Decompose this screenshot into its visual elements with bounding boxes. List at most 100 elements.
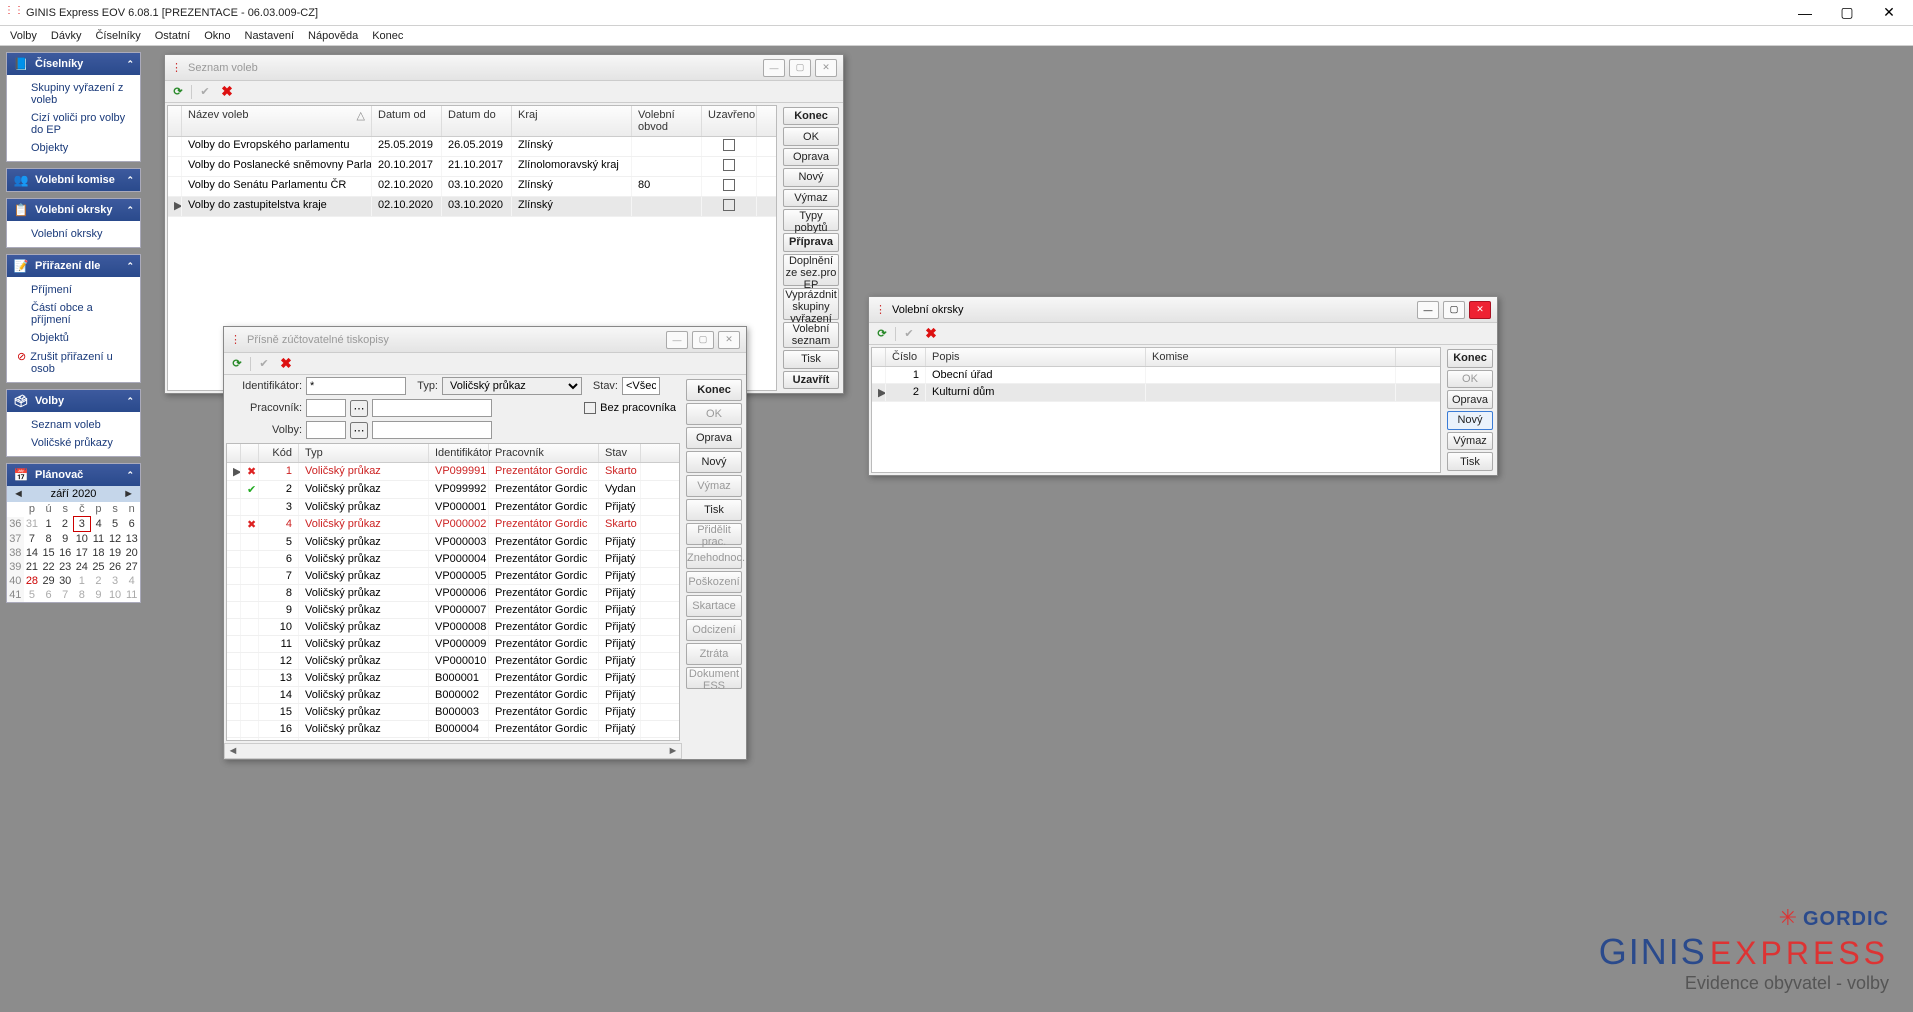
button-nov-[interactable]: Nový [783,168,839,186]
mdi-close[interactable]: ✕ [815,59,837,77]
panel-header-prirazeni[interactable]: 📝 Přiřazení dle ⌃ [7,255,140,277]
panel-header-ciselniky[interactable]: 📘 Číselníky ⌃ [7,53,140,75]
cal-day[interactable]: 17 [74,546,91,560]
button-skartace[interactable]: Skartace [686,595,742,617]
menu-nastaveni[interactable]: Nastavení [239,28,301,44]
input-volby-name[interactable] [372,421,492,439]
button-ok[interactable]: OK [686,403,742,425]
lookup-volby[interactable]: ⋯ [350,422,368,439]
menu-volby[interactable]: Volby [4,28,43,44]
cal-day[interactable]: 28 [24,574,41,588]
link-skupiny-vyrazeni[interactable]: Skupiny vyřazení z voleb [7,79,140,109]
input-stav[interactable] [622,377,660,395]
window-title-okrsky[interactable]: ⋮ Volební okrsky — ▢ ✕ [869,297,1497,323]
cal-day[interactable]: 25 [90,560,107,574]
input-pracovnik-name[interactable] [372,399,492,417]
cal-next[interactable]: ► [117,488,140,500]
cal-day[interactable]: 22 [40,560,57,574]
button-konec[interactable]: Konec [783,107,839,125]
button-konec[interactable]: Konec [1447,349,1493,368]
toolbar-delete-icon[interactable]: ✖ [218,83,236,101]
button-nov-[interactable]: Nový [1447,411,1493,430]
button-vypr-zdnit-skupiny-vy-azen-[interactable]: Vyprázdnitskupiny vyřazení [783,288,839,320]
menu-okno[interactable]: Okno [198,28,236,44]
cal-day[interactable]: 11 [123,588,140,602]
scroll-left-icon[interactable]: ◄ [225,745,241,757]
input-identifikator[interactable] [306,377,406,395]
table-row[interactable]: 3 Voličský průkaz VP000001 Prezentátor G… [227,499,679,516]
link-zrusit-prirazeni[interactable]: Zrušit přiřazení u osob [7,347,140,378]
window-title-seznam-voleb[interactable]: ⋮ Seznam voleb — ▢ ✕ [165,55,843,81]
table-row[interactable]: 17 Voličský průkaz B000005 Prezentátor G… [227,738,679,741]
table-row[interactable]: Volby do Poslanecké sněmovny Parlamentu … [168,157,776,177]
cal-day[interactable]: 5 [107,517,124,532]
toolbar-check-icon[interactable]: ✔ [196,83,214,101]
table-row[interactable]: 10 Voličský průkaz VP000008 Prezentátor … [227,619,679,636]
link-cizi-volici[interactable]: Cizí voliči pro volby do EP [7,109,140,139]
cal-day[interactable]: 21 [24,560,41,574]
link-casti-obce[interactable]: Částí obce a příjmení [7,299,140,329]
table-row[interactable]: ▶ Volby do zastupitelstva kraje 02.10.20… [168,197,776,217]
button-po-kozen-[interactable]: Poškození [686,571,742,593]
menu-ostatni[interactable]: Ostatní [149,28,196,44]
cal-day[interactable]: 3 [107,574,124,588]
cal-day[interactable]: 3 [74,517,91,532]
window-close[interactable]: ✕ [1869,2,1909,24]
table-row[interactable]: 5 Voličský průkaz VP000003 Prezentátor G… [227,534,679,551]
cal-day[interactable]: 1 [40,517,57,532]
window-title-tiskopisy[interactable]: ⋮ Přísně zúčtovatelné tiskopisy — ▢ ✕ [224,327,746,353]
cal-day[interactable]: 12 [107,532,124,547]
panel-header-planovac[interactable]: 📅 Plánovač ⌃ [7,464,140,486]
button-v-maz[interactable]: Výmaz [1447,432,1493,451]
panel-header-okrsky[interactable]: 📋 Volební okrsky ⌃ [7,199,140,221]
cal-day[interactable]: 9 [90,588,107,602]
cal-day[interactable]: 31 [24,517,41,532]
input-pracovnik[interactable] [306,399,346,417]
cal-day[interactable]: 1 [74,574,91,588]
table-row[interactable]: 15 Voličský průkaz B000003 Prezentátor G… [227,704,679,721]
table-row[interactable]: 6 Voličský průkaz VP000004 Prezentátor G… [227,551,679,568]
button-p-prava[interactable]: Příprava [783,233,839,251]
link-objekty[interactable]: Objekty [7,139,140,157]
table-row[interactable]: 1 Obecní úřad [872,367,1440,384]
cal-day[interactable]: 6 [40,588,57,602]
link-volebni-okrsky[interactable]: Volební okrsky [7,225,140,243]
table-row[interactable]: ▶ 2 Kulturní dům [872,384,1440,402]
button-volebn-seznam[interactable]: Volební seznam [783,322,839,349]
cal-day[interactable]: 20 [123,546,140,560]
cal-day[interactable]: 15 [40,546,57,560]
cal-day[interactable]: 26 [107,560,124,574]
lookup-pracovnik[interactable]: ⋯ [350,400,368,417]
window-minimize[interactable]: — [1785,2,1825,24]
menu-ciselniky[interactable]: Číselníky [89,28,146,44]
button-dokument-ess[interactable]: Dokument ESS [686,667,742,689]
cal-day[interactable]: 8 [74,588,91,602]
cal-day[interactable]: 7 [57,588,74,602]
table-row[interactable]: 11 Voličský průkaz VP000009 Prezentátor … [227,636,679,653]
cal-day[interactable]: 10 [107,588,124,602]
cal-day[interactable]: 2 [57,517,74,532]
mdi-close[interactable]: ✕ [1469,301,1491,319]
link-objektu[interactable]: Objektů [7,329,140,347]
cal-day[interactable]: 14 [24,546,41,560]
button-v-maz[interactable]: Výmaz [686,475,742,497]
button-uzav-t[interactable]: Uzavřít [783,371,839,389]
table-row[interactable]: Volby do Evropského parlamentu 25.05.201… [168,137,776,157]
cal-day[interactable]: 10 [74,532,91,547]
cal-day[interactable]: 11 [90,532,107,547]
table-row[interactable]: 13 Voličský průkaz B000001 Prezentátor G… [227,670,679,687]
mdi-maximize[interactable]: ▢ [789,59,811,77]
panel-header-volby[interactable]: 🗳 Volby ⌃ [7,390,140,412]
cal-day[interactable]: 4 [90,517,107,532]
toolbar-refresh-icon[interactable]: ⟳ [169,83,187,101]
cal-day[interactable]: 16 [57,546,74,560]
panel-header-komise[interactable]: 👥 Volební komise ⌃ [7,169,140,191]
button-v-maz[interactable]: Výmaz [783,189,839,207]
mdi-minimize[interactable]: — [666,331,688,349]
button-tisk[interactable]: Tisk [783,350,839,368]
table-row[interactable]: 7 Voličský průkaz VP000005 Prezentátor G… [227,568,679,585]
toolbar-refresh-icon[interactable]: ⟳ [873,325,891,343]
button-odcizen-[interactable]: Odcizení [686,619,742,641]
toolbar-delete-icon[interactable]: ✖ [922,325,940,343]
table-row[interactable]: 8 Voličský průkaz VP000006 Prezentátor G… [227,585,679,602]
